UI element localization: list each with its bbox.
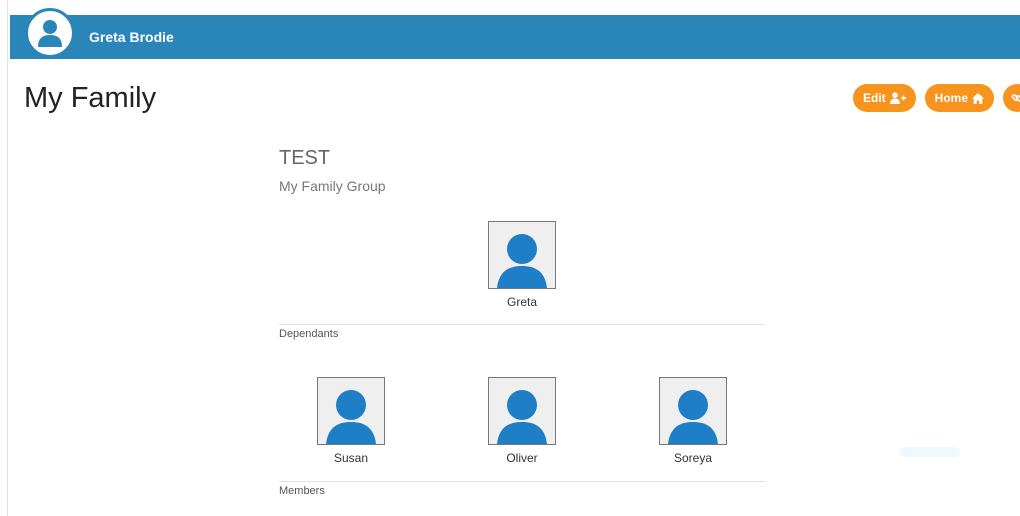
edit-button[interactable]: Edit: [853, 84, 916, 112]
link-button[interactable]: [1003, 84, 1020, 112]
link-icon: [1011, 94, 1020, 102]
member-card[interactable]: Greta: [477, 221, 567, 309]
dependant-photo[interactable]: [659, 377, 727, 445]
dependants-label: Dependants: [279, 328, 339, 340]
user-plus-icon: [889, 92, 906, 104]
home-button[interactable]: Home: [924, 84, 995, 112]
user-avatar[interactable]: [25, 8, 75, 58]
group-subtitle: My Family Group: [279, 178, 386, 194]
home-button-label: Home: [934, 91, 969, 105]
dependant-card-oliver[interactable]: Oliver: [477, 377, 567, 465]
divider: [279, 481, 766, 482]
user-icon: [326, 390, 376, 444]
dependant-name[interactable]: Susan: [306, 451, 396, 465]
action-buttons: Edit Home: [853, 84, 1020, 112]
dependant-card-susan[interactable]: Susan: [306, 377, 396, 465]
user-name[interactable]: Greta Brodie: [89, 29, 174, 45]
page-title: My Family: [24, 82, 157, 114]
top-bar: Greta Brodie: [10, 8, 1020, 59]
dependant-card-soreya[interactable]: Soreya: [648, 377, 738, 465]
user-icon: [497, 234, 547, 288]
dependant-photo[interactable]: [488, 377, 556, 445]
group-name: TEST: [279, 147, 331, 169]
left-border: [7, 0, 8, 516]
members-label: Members: [279, 485, 325, 497]
dependant-photo[interactable]: [317, 377, 385, 445]
faint-overlay: [900, 447, 960, 457]
member-name[interactable]: Greta: [477, 295, 567, 309]
user-icon: [38, 20, 62, 47]
dependant-name[interactable]: Soreya: [648, 451, 738, 465]
member-photo[interactable]: [488, 221, 556, 289]
edit-button-label: Edit: [863, 91, 886, 105]
dependant-name[interactable]: Oliver: [477, 451, 567, 465]
user-icon: [668, 390, 718, 444]
home-icon: [972, 92, 985, 104]
divider: [279, 324, 766, 325]
user-icon: [497, 390, 547, 444]
family-group: TEST My Family Group: [279, 140, 766, 194]
